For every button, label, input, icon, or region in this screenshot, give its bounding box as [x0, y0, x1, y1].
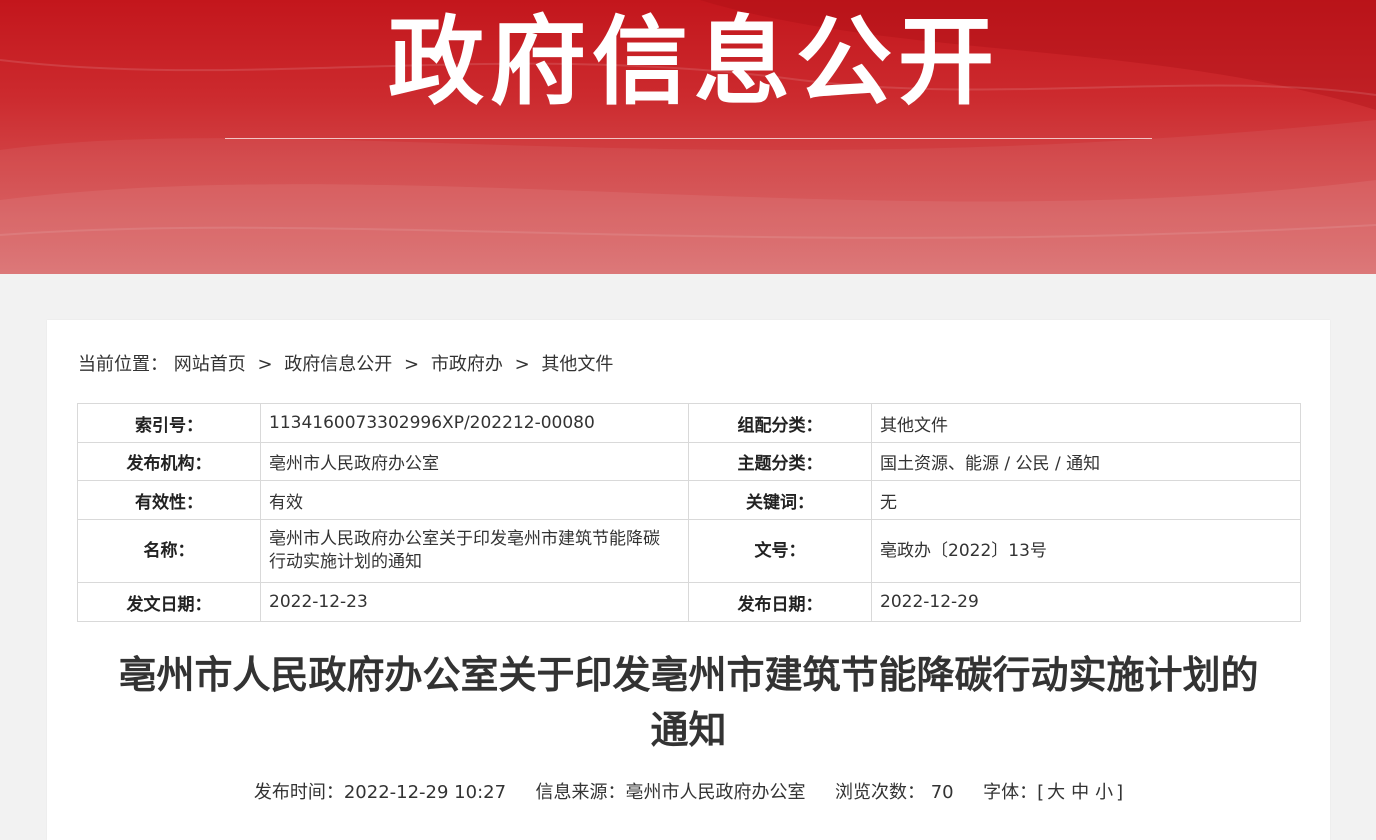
breadcrumb-separator: >	[404, 354, 420, 375]
publish-date-label: 发布日期：	[688, 582, 872, 622]
views-count: 70	[930, 782, 954, 803]
topic-value: 国土资源、能源 / 公民 / 通知	[871, 442, 1301, 481]
document-metadata-table: 索引号： 1134160073302996XP/202212-00080 组配分…	[77, 403, 1301, 622]
banner-divider	[225, 138, 1152, 139]
font-size-bracket-open: [	[1037, 782, 1045, 803]
doc-no-value: 亳政办〔2022〕13号	[871, 519, 1301, 583]
keywords-label: 关键词：	[688, 480, 872, 520]
issue-date-value: 2022-12-23	[260, 582, 689, 622]
publish-time-label: 发布时间：	[253, 782, 344, 803]
issue-date-label: 发文日期：	[77, 582, 261, 622]
article-title-line1: 亳州市人民政府办公室关于印发亳州市建筑节能降碳行动实施计划的	[118, 653, 1259, 697]
table-row: 名称： 亳州市人民政府办公室关于印发亳州市建筑节能降碳 行动实施计划的通知 文号…	[77, 519, 1301, 583]
breadcrumb-prefix: 当前位置：	[78, 354, 168, 375]
source-label: 信息来源：	[535, 782, 626, 803]
name-value-line2: 行动实施计划的通知	[269, 552, 422, 572]
publish-time-value: 2022-12-29 10:27	[343, 782, 507, 803]
table-row: 有效性： 有效 关键词： 无	[77, 480, 1301, 520]
keywords-value: 无	[871, 480, 1301, 520]
source-value: 亳州市人民政府办公室	[625, 782, 806, 803]
views-label: 浏览次数：	[834, 782, 925, 803]
font-medium-button[interactable]: 中	[1071, 782, 1089, 803]
font-small-button[interactable]: 小	[1095, 782, 1113, 803]
breadcrumb-item-other-docs[interactable]: 其他文件	[541, 354, 613, 375]
font-size-bracket-close: ]	[1116, 782, 1124, 803]
breadcrumb-item-city-office[interactable]: 市政府办	[431, 354, 503, 375]
font-size-label: 字体：	[983, 782, 1038, 803]
doc-no-label: 文号：	[688, 519, 872, 583]
index-no-label: 索引号：	[77, 403, 261, 443]
name-value-line1: 亳州市人民政府办公室关于印发亳州市建筑节能降碳	[269, 529, 660, 549]
name-label: 名称：	[77, 519, 261, 583]
name-value: 亳州市人民政府办公室关于印发亳州市建筑节能降碳 行动实施计划的通知	[260, 519, 689, 583]
banner-title: 政府信息公开	[388, 6, 1000, 118]
breadcrumb-item-home[interactable]: 网站首页	[174, 354, 246, 375]
category-value: 其他文件	[871, 403, 1301, 443]
index-no-value: 1134160073302996XP/202212-00080	[260, 403, 689, 443]
publisher-value: 亳州市人民政府办公室	[260, 442, 689, 481]
article-title: 亳州市人民政府办公室关于印发亳州市建筑节能降碳行动实施计划的 通知	[77, 648, 1300, 758]
breadcrumb-separator: >	[514, 354, 530, 375]
table-row: 发布机构： 亳州市人民政府办公室 主题分类： 国土资源、能源 / 公民 / 通知	[77, 442, 1301, 481]
breadcrumb: 当前位置： 网站首页 > 政府信息公开 > 市政府办 > 其他文件	[78, 352, 613, 378]
article-title-line2: 通知	[650, 708, 727, 752]
header-banner: 政府信息公开	[0, 0, 1376, 274]
table-row: 发文日期： 2022-12-23 发布日期： 2022-12-29	[77, 582, 1301, 622]
table-row: 索引号： 1134160073302996XP/202212-00080 组配分…	[77, 403, 1301, 443]
font-large-button[interactable]: 大	[1047, 782, 1065, 803]
publish-date-value: 2022-12-29	[871, 582, 1301, 622]
validity-value: 有效	[260, 480, 689, 520]
category-label: 组配分类：	[688, 403, 872, 443]
topic-label: 主题分类：	[688, 442, 872, 481]
breadcrumb-separator: >	[257, 354, 273, 375]
publisher-label: 发布机构：	[77, 442, 261, 481]
breadcrumb-item-gov-info[interactable]: 政府信息公开	[284, 354, 392, 375]
validity-label: 有效性：	[77, 480, 261, 520]
article-info-bar: 发布时间：2022-12-29 10:27 信息来源：亳州市人民政府办公室 浏览…	[77, 780, 1300, 806]
